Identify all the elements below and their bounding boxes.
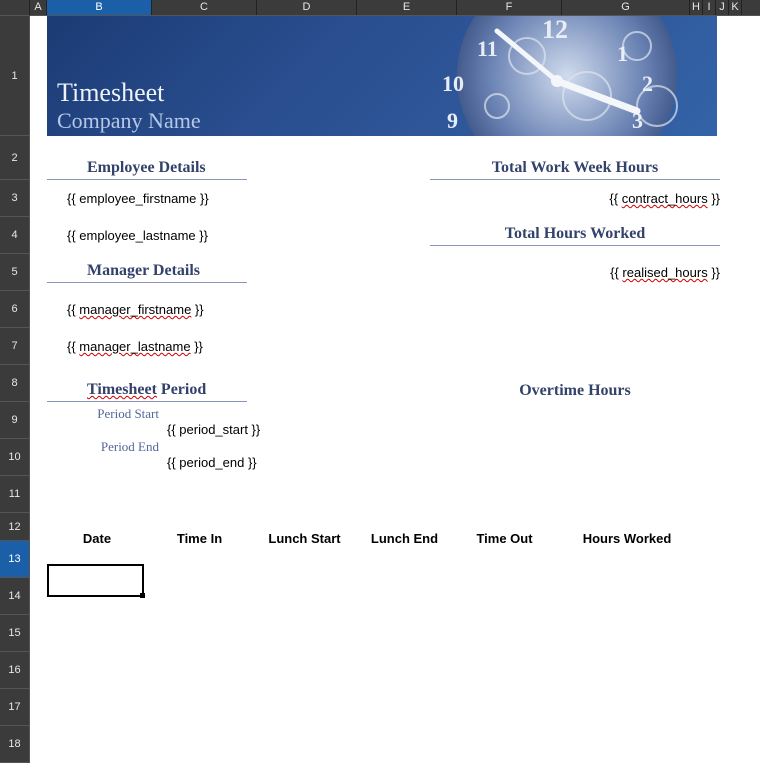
spellcheck-underline: realised_hours xyxy=(622,265,707,280)
svg-text:12: 12 xyxy=(542,16,568,44)
title-banner: 12 1 2 3 11 10 9 Timesheet Company Name xyxy=(47,16,717,136)
row-header-3[interactable]: 3 xyxy=(0,180,30,217)
spellcheck-underline: manager_lastname xyxy=(79,339,190,354)
section-hours-worked: Total Hours Worked xyxy=(430,225,720,246)
column-header-C[interactable]: C xyxy=(152,0,257,15)
table-header-row: Date Time In Lunch Start Lunch End Time … xyxy=(30,531,760,546)
section-manager-details: Manager Details xyxy=(47,262,247,283)
svg-text:10: 10 xyxy=(442,71,464,96)
spellcheck-underline: employee_firstname xyxy=(79,191,196,206)
banner-subtitle: Company Name xyxy=(57,108,201,134)
column-header-I[interactable]: I xyxy=(703,0,716,15)
row-header-8[interactable]: 8 xyxy=(0,365,30,402)
spellcheck-underline: contract_hours xyxy=(622,191,708,206)
column-header-H[interactable]: H xyxy=(690,0,703,15)
clock-art: 12 1 2 3 11 10 9 xyxy=(387,16,717,136)
spellcheck-underline: manager_firstname xyxy=(79,302,191,317)
th-lunch-end: Lunch End xyxy=(357,531,452,546)
th-date: Date xyxy=(47,531,147,546)
row-header-10[interactable]: 10 xyxy=(0,439,30,476)
row-header-1[interactable]: 1 xyxy=(0,16,30,136)
column-header-K[interactable]: K xyxy=(729,0,742,15)
row-header-18[interactable]: 18 xyxy=(0,726,30,763)
column-header-B[interactable]: B xyxy=(47,0,152,15)
th-time-out: Time Out xyxy=(452,531,557,546)
row-header-12[interactable]: 12 xyxy=(0,513,30,541)
column-header-J[interactable]: J xyxy=(716,0,729,15)
row-header-13[interactable]: 13 xyxy=(0,541,30,578)
banner-title: Timesheet xyxy=(57,78,164,108)
section-overtime: Overtime Hours xyxy=(430,382,720,402)
column-header-A[interactable]: A xyxy=(30,0,47,15)
realised-hours-cell[interactable]: {{ realised_hours }} xyxy=(610,265,720,280)
row-header-16[interactable]: 16 xyxy=(0,652,30,689)
manager-firstname-cell[interactable]: {{ manager_firstname }} xyxy=(47,302,204,317)
svg-text:2: 2 xyxy=(642,71,653,96)
contract-hours-cell[interactable]: {{ contract_hours }} xyxy=(609,191,720,206)
th-time-in: Time In xyxy=(147,531,252,546)
th-hours-worked: Hours Worked xyxy=(557,531,697,546)
manager-lastname-cell[interactable]: {{ manager_lastname }} xyxy=(47,339,203,354)
sheet-area[interactable]: 12 1 2 3 11 10 9 Timesheet Company Name … xyxy=(30,16,760,780)
column-header-row: ABCDEFGHIJK xyxy=(0,0,760,16)
row-header-4[interactable]: 4 xyxy=(0,217,30,254)
section-week-hours: Total Work Week Hours xyxy=(430,159,720,180)
column-header-E[interactable]: E xyxy=(357,0,457,15)
row-header-strip: 123456789101112131415161718 xyxy=(0,16,30,763)
row-header-15[interactable]: 15 xyxy=(0,615,30,652)
row-header-14[interactable]: 14 xyxy=(0,578,30,615)
section-timesheet-period: Timesheet Period xyxy=(47,381,247,402)
column-header-G[interactable]: G xyxy=(562,0,690,15)
period-end-label: Period End xyxy=(63,439,163,455)
column-header-F[interactable]: F xyxy=(457,0,562,15)
row-header-17[interactable]: 17 xyxy=(0,689,30,726)
period-start-label: Period Start xyxy=(63,406,163,422)
row-header-9[interactable]: 9 xyxy=(0,402,30,439)
spellcheck-underline: employee_lastname xyxy=(79,228,195,243)
employee-lastname-cell[interactable]: {{ employee_lastname }} xyxy=(47,228,208,243)
select-all-corner[interactable] xyxy=(0,0,30,16)
row-header-11[interactable]: 11 xyxy=(0,476,30,513)
row-header-7[interactable]: 7 xyxy=(0,328,30,365)
employee-firstname-cell[interactable]: {{ employee_firstname }} xyxy=(47,191,209,206)
row-header-2[interactable]: 2 xyxy=(0,136,30,180)
active-cell-cursor[interactable] xyxy=(47,564,144,597)
svg-text:1: 1 xyxy=(617,41,628,66)
svg-text:9: 9 xyxy=(447,108,458,133)
th-lunch-start: Lunch Start xyxy=(252,531,357,546)
row-header-6[interactable]: 6 xyxy=(0,291,30,328)
row-header-5[interactable]: 5 xyxy=(0,254,30,291)
period-start-cell[interactable]: {{ period_start }} xyxy=(47,422,260,437)
column-header-D[interactable]: D xyxy=(257,0,357,15)
period-end-cell[interactable]: {{ period_end }} xyxy=(47,455,257,470)
section-employee-details: Employee Details xyxy=(47,159,247,180)
svg-text:11: 11 xyxy=(477,36,498,61)
